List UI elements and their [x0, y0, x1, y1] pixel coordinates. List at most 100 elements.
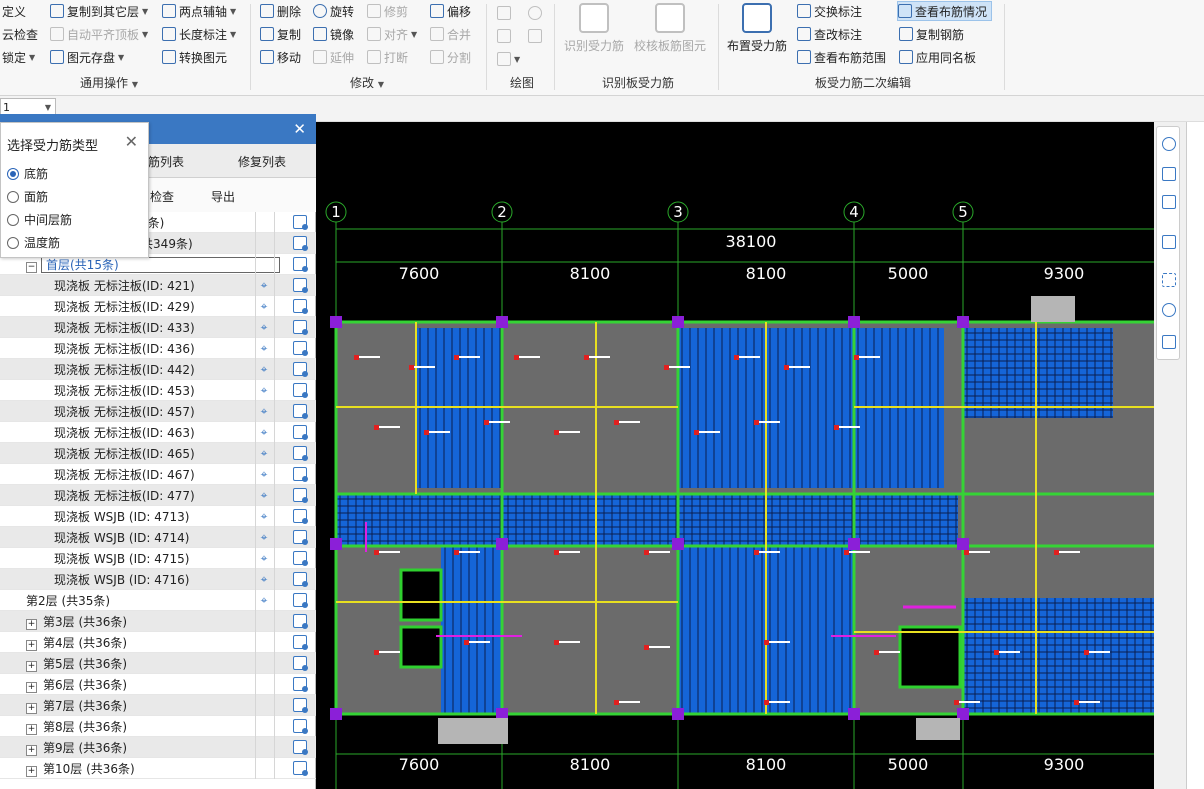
tree-row[interactable]: 现浇板 无标注板(ID: 463) ⌖: [0, 422, 316, 443]
view-detail-icon[interactable]: [293, 467, 308, 482]
box-view-icon[interactable]: [1162, 235, 1176, 249]
view-detail-icon[interactable]: [293, 530, 308, 545]
tree-row[interactable]: 现浇板 无标注板(ID: 477) ⌖: [0, 485, 316, 506]
close-icon[interactable]: ✕: [125, 132, 138, 151]
view-detail-icon[interactable]: [293, 404, 308, 419]
cloud-check-button[interactable]: 云检查: [2, 24, 38, 44]
tree-row[interactable]: 现浇板 WSJB (ID: 4713) ⌖: [0, 506, 316, 527]
view-detail-icon[interactable]: [293, 341, 308, 356]
view-detail-icon[interactable]: [293, 698, 308, 713]
locate-icon[interactable]: ⌖: [257, 341, 271, 355]
recognize-rebar-button[interactable]: 识别受力筋: [564, 3, 624, 54]
tree-row[interactable]: 第2层 (共35条) ⌖: [0, 590, 316, 611]
locate-icon[interactable]: ⌖: [257, 362, 271, 376]
tree-row[interactable]: + 第9层 (共36条): [0, 737, 316, 758]
tree-row[interactable]: 现浇板 无标注板(ID: 467) ⌖: [0, 464, 316, 485]
auto-align-top-button[interactable]: 自动平齐顶板 ▼: [50, 24, 148, 44]
collapse-icon[interactable]: −: [26, 261, 37, 273]
locate-icon[interactable]: ⌖: [257, 425, 271, 439]
close-icon[interactable]: ✕: [293, 120, 306, 138]
view-detail-icon[interactable]: [293, 257, 308, 272]
merge-button[interactable]: 合并: [430, 24, 471, 44]
view-detail-icon[interactable]: [293, 614, 308, 629]
tree-row[interactable]: + 第5层 (共36条): [0, 653, 316, 674]
locate-icon[interactable]: ⌖: [257, 383, 271, 397]
move-button[interactable]: 移动: [260, 47, 301, 67]
view-detail-icon[interactable]: [293, 488, 308, 503]
expand-icon[interactable]: +: [26, 618, 37, 630]
radio-top-rebar[interactable]: 面筋: [7, 188, 48, 205]
view-detail-icon[interactable]: [293, 446, 308, 461]
tree-row[interactable]: + 第4层 (共36条): [0, 632, 316, 653]
view-detail-icon[interactable]: [293, 383, 308, 398]
view-detail-icon[interactable]: [293, 572, 308, 587]
expand-icon[interactable]: +: [26, 723, 37, 735]
3d-view-icon[interactable]: [1162, 167, 1176, 181]
tree-row[interactable]: 现浇板 无标注板(ID: 433) ⌖: [0, 317, 316, 338]
export-button[interactable]: 导出: [211, 188, 235, 205]
convert-element-button[interactable]: 转换图元: [162, 47, 227, 67]
save-elements-button[interactable]: 图元存盘 ▼: [50, 47, 124, 67]
place-rebar-button[interactable]: 布置受力筋: [727, 3, 787, 54]
edit-label-button[interactable]: 查改标注: [797, 24, 862, 44]
draw-point-button[interactable]: [497, 3, 511, 23]
tab-repair-list[interactable]: 修复列表: [238, 153, 286, 170]
draw-line-button[interactable]: [497, 26, 511, 46]
draw-circle-button[interactable]: [528, 3, 542, 23]
view-detail-icon[interactable]: [293, 761, 308, 776]
cube-view-icon[interactable]: [1162, 195, 1176, 209]
tree-row[interactable]: + 第3层 (共36条): [0, 611, 316, 632]
locate-icon[interactable]: ⌖: [257, 593, 271, 607]
two-point-axis-button[interactable]: 两点辅轴 ▼: [162, 1, 236, 21]
view-detail-icon[interactable]: [293, 551, 308, 566]
mirror-button[interactable]: 镜像: [313, 24, 354, 44]
tree-row[interactable]: 现浇板 无标注板(ID: 421) ⌖: [0, 275, 316, 296]
split-button[interactable]: 分割: [430, 47, 471, 67]
locate-icon[interactable]: ⌖: [257, 404, 271, 418]
check-rebar-button[interactable]: 校核板筋图元: [634, 3, 706, 54]
apply-same-slab-button[interactable]: 应用同名板: [899, 47, 976, 67]
tree-row[interactable]: 现浇板 WSJB (ID: 4715) ⌖: [0, 548, 316, 569]
tree-row[interactable]: 现浇板 无标注板(ID: 453) ⌖: [0, 380, 316, 401]
locate-icon[interactable]: ⌖: [257, 509, 271, 523]
tree-row[interactable]: 现浇板 无标注板(ID: 442) ⌖: [0, 359, 316, 380]
define-button[interactable]: 定义: [2, 1, 26, 21]
extend-button[interactable]: 延伸: [313, 47, 354, 67]
view-detail-icon[interactable]: [293, 740, 308, 755]
view-detail-icon[interactable]: [293, 425, 308, 440]
expand-icon[interactable]: +: [26, 681, 37, 693]
locate-icon[interactable]: ⌖: [257, 551, 271, 565]
tab-rebar-list[interactable]: 筋列表: [148, 153, 184, 170]
view-detail-icon[interactable]: [293, 719, 308, 734]
check-button[interactable]: 检查: [150, 188, 174, 205]
copy-button[interactable]: 复制: [260, 24, 301, 44]
locate-icon[interactable]: ⌖: [257, 299, 271, 313]
tree-row[interactable]: 现浇板 无标注板(ID: 429) ⌖: [0, 296, 316, 317]
view-detail-icon[interactable]: [293, 215, 308, 230]
view-detail-icon[interactable]: [293, 593, 308, 608]
tree-row[interactable]: + 第6层 (共36条): [0, 674, 316, 695]
tree-row[interactable]: 现浇板 无标注板(ID: 457) ⌖: [0, 401, 316, 422]
draw-rect-button[interactable]: [528, 26, 542, 46]
tree-row[interactable]: 现浇板 WSJB (ID: 4716) ⌖: [0, 569, 316, 590]
drawing-canvas[interactable]: 12345CBA38100760076008100810081008100500…: [316, 122, 1154, 789]
delete-button[interactable]: 删除: [260, 1, 301, 21]
view-detail-icon[interactable]: [293, 509, 308, 524]
break-button[interactable]: 打断: [367, 47, 408, 67]
locate-icon[interactable]: ⌖: [257, 320, 271, 334]
view-range-button[interactable]: 查看布筋范围: [797, 47, 886, 67]
expand-icon[interactable]: +: [26, 639, 37, 651]
view-detail-icon[interactable]: [293, 320, 308, 335]
view-rebar-status-button[interactable]: 查看布筋情况: [897, 1, 993, 21]
view-detail-icon[interactable]: [293, 278, 308, 293]
list-view-icon[interactable]: [1162, 335, 1176, 349]
swap-label-button[interactable]: 交换标注: [797, 1, 862, 21]
view-detail-icon[interactable]: [293, 656, 308, 671]
draw-arc-button[interactable]: ▼: [497, 49, 520, 69]
locate-icon[interactable]: ⌖: [257, 530, 271, 544]
view-detail-icon[interactable]: [293, 236, 308, 251]
locate-icon[interactable]: ⌖: [257, 278, 271, 292]
expand-icon[interactable]: +: [26, 702, 37, 714]
tree-row[interactable]: 现浇板 无标注板(ID: 465) ⌖: [0, 443, 316, 464]
locate-icon[interactable]: ⌖: [257, 467, 271, 481]
